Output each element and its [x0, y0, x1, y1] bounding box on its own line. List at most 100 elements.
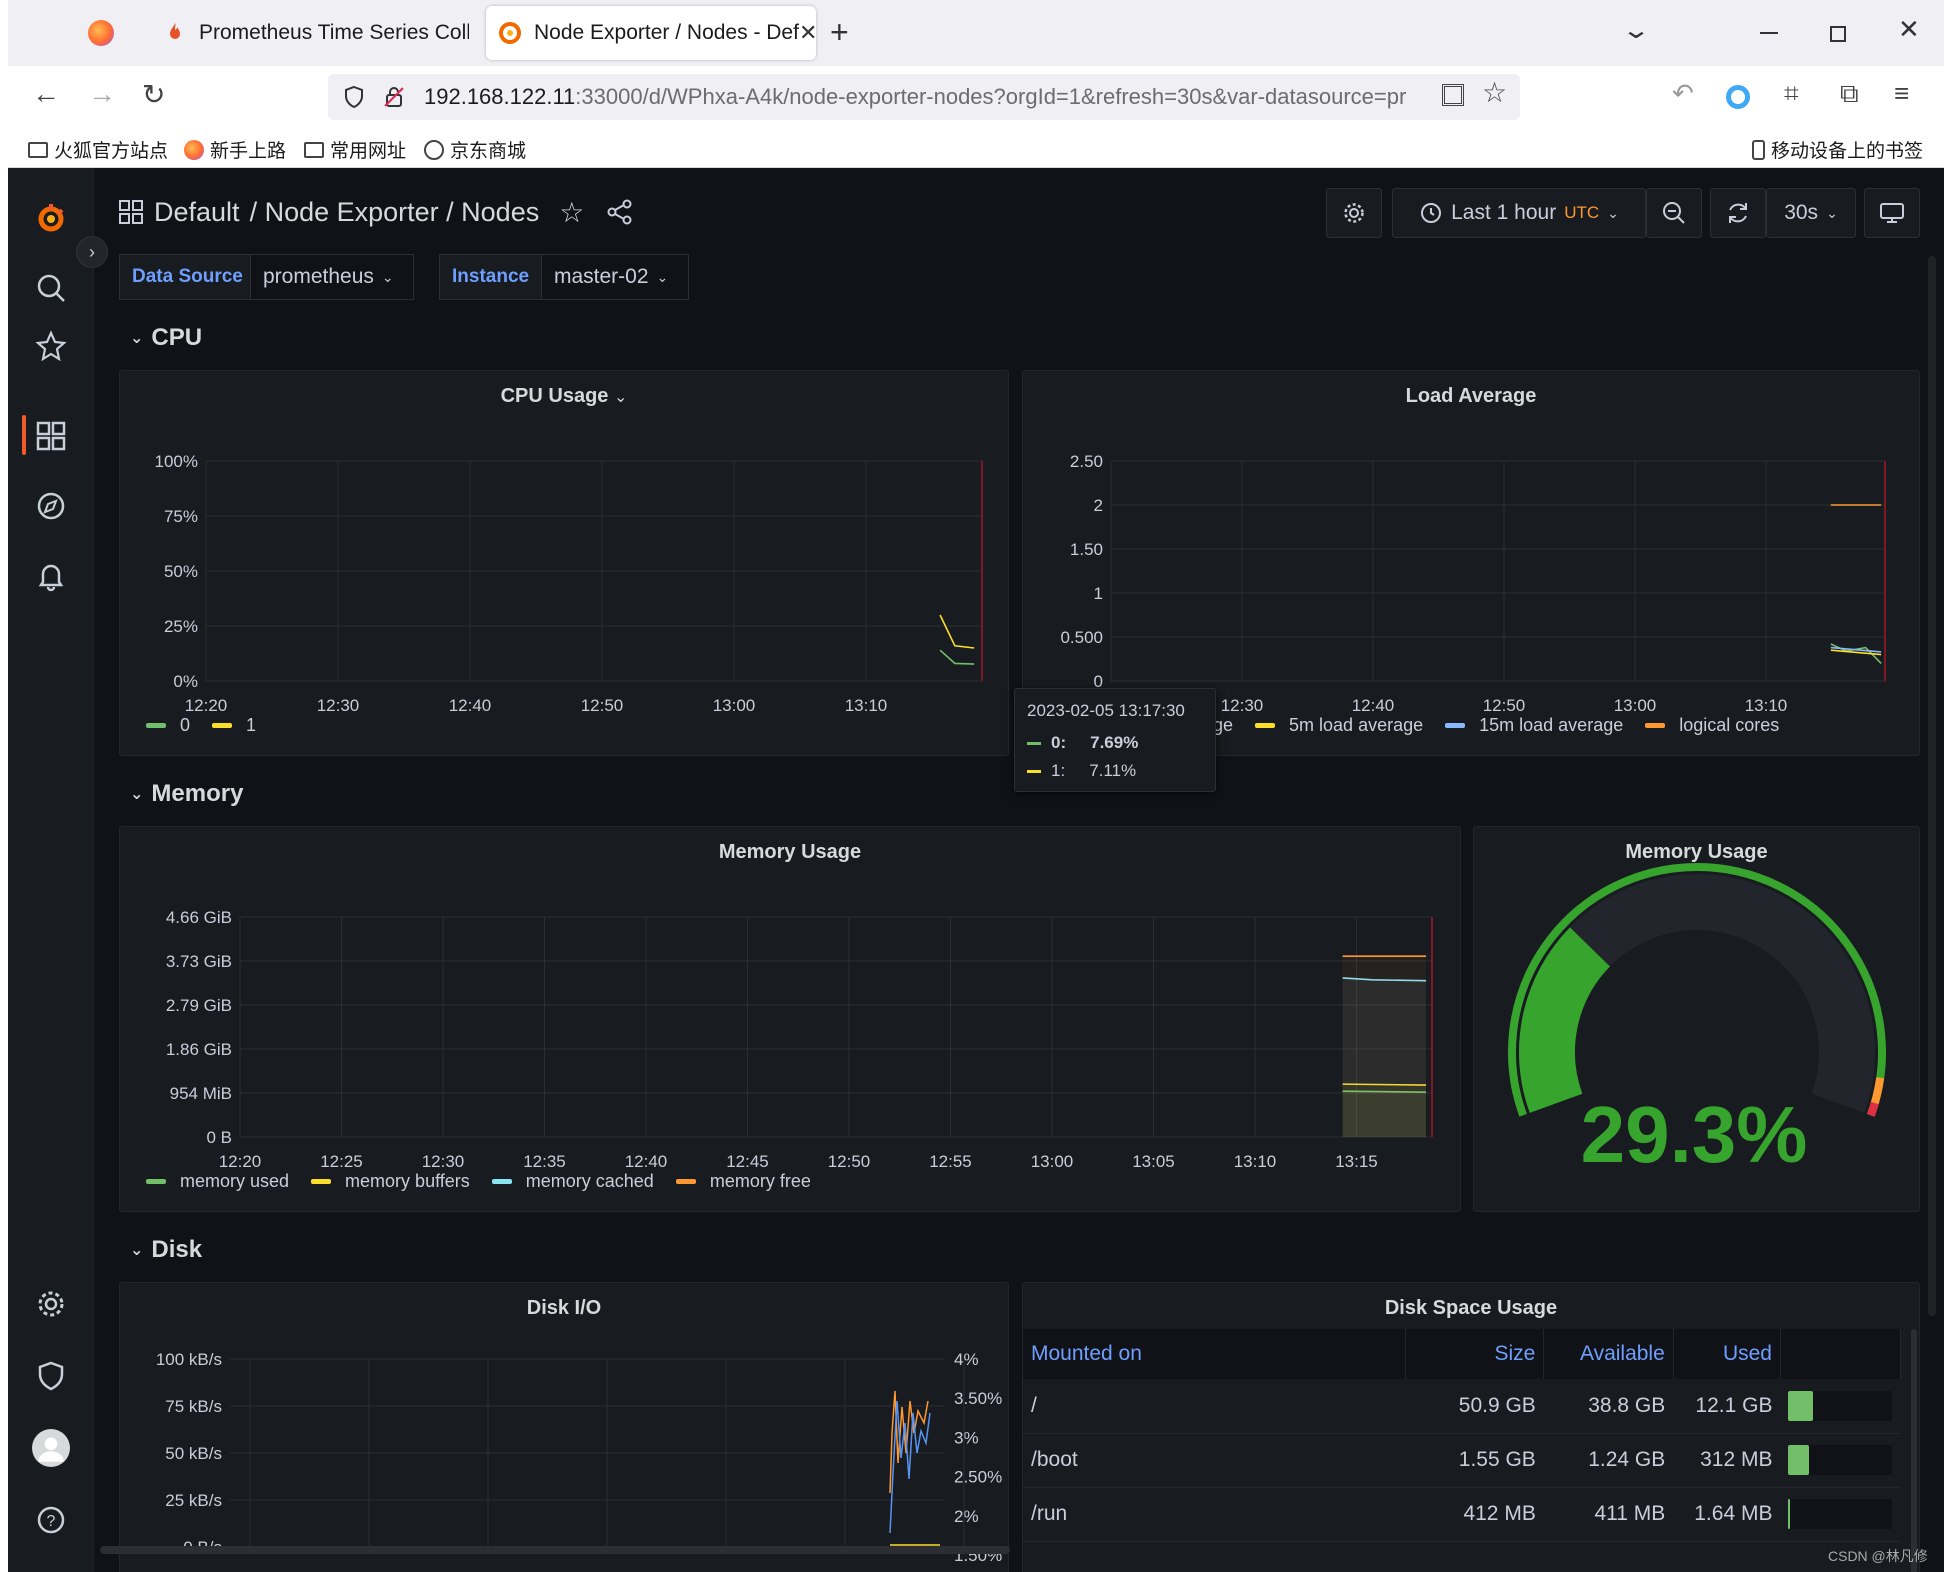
table-scrollbar[interactable] [1911, 1329, 1917, 1572]
x-tick-label: 12:30 [422, 1152, 465, 1171]
vertical-scrollbar[interactable] [1928, 256, 1936, 1316]
column-header-used[interactable]: Used [1673, 1329, 1781, 1379]
explore-nav[interactable] [8, 478, 94, 534]
tv-mode-button[interactable] [1864, 188, 1920, 238]
zoom-out-icon [1663, 202, 1685, 224]
back-button[interactable]: ← [32, 78, 60, 110]
cell-size: 412 MB [1405, 1487, 1544, 1542]
tab-label: Node Exporter / Nodes - Def [534, 21, 799, 44]
legend-item[interactable]: 5m load average [1255, 715, 1423, 736]
undo-icon[interactable]: ↶ [1672, 78, 1694, 109]
minimize-button[interactable] [1760, 32, 1778, 34]
bookmark-jd[interactable]: 京东商城 [424, 136, 526, 163]
dashboards-nav[interactable] [8, 408, 94, 464]
list-tabs-chevron-icon[interactable]: ⌄ [1621, 16, 1651, 45]
server-admin-nav[interactable] [8, 1348, 94, 1404]
cell-size: 1.55 GB [1405, 1433, 1544, 1488]
bookmark-mobile[interactable]: 移动设备上的书签 [1752, 136, 1923, 163]
screenshot-icon[interactable]: ⌗ [1784, 78, 1799, 110]
legend-label: 0 [180, 715, 191, 735]
folder-icon [304, 141, 324, 158]
new-tab-button[interactable]: + [830, 14, 849, 51]
legend-item[interactable]: memory free [675, 1171, 811, 1192]
profile-nav[interactable] [8, 1420, 94, 1476]
x-tick-label: 12:20 [185, 696, 228, 715]
variable-label-datasource: Data Source [119, 254, 256, 300]
qr-code-icon[interactable] [1442, 84, 1464, 106]
x-tick-label: 12:25 [320, 1152, 363, 1171]
close-tab-icon[interactable]: ✕ [799, 20, 816, 46]
help-nav[interactable]: ? [8, 1492, 94, 1548]
star-dashboard-icon[interactable]: ☆ [559, 196, 584, 229]
x-tick-label: 12:50 [581, 696, 624, 715]
variable-datasource-select[interactable]: prometheus ⌄ [250, 254, 414, 300]
address-bar[interactable]: 192.168.122.11:33000/d/WPhxa-A4k/node-ex… [328, 74, 1520, 120]
starred-nav[interactable] [8, 318, 94, 374]
legend-item[interactable]: memory buffers [311, 1171, 470, 1192]
forward-button[interactable]: → [88, 78, 116, 110]
expand-menu-chevron-icon[interactable]: › [76, 236, 108, 268]
tab-prometheus[interactable]: Prometheus Time Series Colle ✕ [151, 6, 469, 60]
share-icon[interactable] [606, 198, 634, 226]
account-icon[interactable] [1726, 85, 1750, 109]
time-picker-button[interactable]: Last 1 hour UTC ⌄ [1392, 188, 1646, 238]
column-header-available[interactable]: Available [1543, 1329, 1674, 1379]
row-header-cpu[interactable]: ⌄ CPU [130, 324, 202, 352]
monitor-icon [1880, 203, 1904, 223]
refresh-interval-picker[interactable]: 30s ⌄ [1766, 188, 1856, 238]
bookmark-firefox-official[interactable]: 火狐官方站点 [28, 136, 168, 163]
extensions-icon[interactable]: ⧉ [1840, 78, 1859, 110]
horizontal-scrollbar[interactable] [100, 1546, 1010, 1554]
legend-label: 5m load average [1289, 715, 1424, 735]
browser-tab-strip: Prometheus Time Series Colle ✕ Node Expo… [8, 0, 1944, 66]
alerting-nav[interactable] [8, 548, 94, 604]
maximize-button[interactable] [1830, 26, 1846, 42]
legend-item[interactable]: 1 [212, 715, 256, 736]
series-line [939, 649, 975, 665]
variable-instance-select[interactable]: master-02 ⌄ [541, 254, 689, 300]
cell-used: 1.64 MB [1673, 1487, 1781, 1542]
disk-io-chart[interactable]: 0 B/s25 kB/s50 kB/s75 kB/s100 kB/s1.50%2… [120, 1283, 1009, 1572]
series-line [939, 614, 975, 649]
insecure-lock-icon[interactable] [382, 85, 406, 109]
refresh-button[interactable] [1710, 188, 1766, 238]
firefox-view-icon[interactable] [88, 20, 114, 46]
panel-title-text: Disk Space Usage [1384, 1297, 1558, 1319]
panel-disk-io: Disk I/O 0 B/s25 kB/s50 kB/s75 kB/s100 k… [119, 1282, 1009, 1572]
legend-label: 15m load average [1479, 715, 1624, 735]
configuration-nav[interactable] [8, 1276, 94, 1332]
search-nav[interactable] [8, 260, 94, 316]
column-header-mount[interactable]: Mounted on [1023, 1329, 1406, 1379]
close-window-button[interactable]: ✕ [1898, 14, 1920, 45]
chevron-down-icon: ⌄ [130, 330, 144, 347]
panel-title[interactable]: Disk Space Usage [1023, 1297, 1919, 1320]
cell-size: 50.9 GB [1405, 1379, 1544, 1434]
dashboard-settings-button[interactable] [1326, 188, 1382, 238]
column-header-size[interactable]: Size [1405, 1329, 1545, 1379]
cpu-usage-legend: 01 [146, 715, 256, 736]
legend-item[interactable]: logical cores [1645, 715, 1779, 736]
zoom-out-button[interactable] [1646, 188, 1702, 238]
breadcrumb-title[interactable]: / Node Exporter / Nodes [250, 197, 540, 228]
row-header-memory[interactable]: ⌄ Memory [130, 780, 243, 808]
tooltip-swatch [1027, 741, 1041, 745]
row-header-disk[interactable]: ⌄ Disk [130, 1236, 202, 1264]
grafana-logo[interactable] [8, 190, 94, 246]
legend-item[interactable]: 15m load average [1445, 715, 1623, 736]
legend-item[interactable]: 0 [146, 715, 190, 736]
legend-item[interactable]: memory cached [491, 1171, 654, 1192]
breadcrumb-folder[interactable]: Default [154, 197, 240, 228]
bookmark-getting-started[interactable]: 新手上路 [184, 136, 286, 163]
reload-button[interactable]: ↻ [142, 78, 165, 111]
legend-item[interactable]: memory used [146, 1171, 289, 1192]
bookmark-star-icon[interactable]: ☆ [1482, 76, 1507, 109]
variable-value: master-02 [554, 265, 649, 288]
usage-bar-fill [1788, 1445, 1810, 1475]
table-row: /boot 1.55 GB 1.24 GB 312 MB [1023, 1433, 1901, 1488]
bookmark-common-sites[interactable]: 常用网址 [304, 136, 406, 163]
cpu-usage-chart[interactable]: 0% 25% 50% 75% 100% 12:20 12:30 12:40 12:50 13:00… [120, 371, 1009, 756]
memory-usage-chart[interactable]: 0 B 954 MiB 1.86 GiB 2.79 GiB 3.73 GiB 4.66 G… [120, 827, 1461, 1212]
tab-node-exporter[interactable]: Node Exporter / Nodes - Def ✕ [486, 6, 816, 60]
menu-icon[interactable]: ≡ [1894, 78, 1909, 109]
shield-icon[interactable] [342, 85, 366, 109]
